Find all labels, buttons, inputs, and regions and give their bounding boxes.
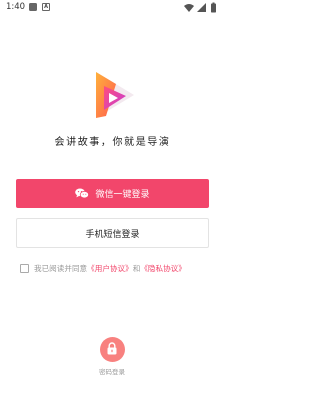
a-box-icon: A xyxy=(42,3,50,11)
notification-icon xyxy=(29,3,37,11)
cell-signal-icon xyxy=(197,3,206,12)
wifi-icon xyxy=(184,4,194,12)
agreement-checkbox[interactable] xyxy=(20,263,29,273)
password-login-label: 密码登录 xyxy=(99,368,125,376)
status-time: 1:40 xyxy=(6,2,26,12)
lock-circle xyxy=(99,337,125,362)
agreement-prefix: 我已阅读并同意 xyxy=(34,263,88,273)
password-login-button[interactable]: 密码登录 xyxy=(97,337,127,376)
wechat-login-button[interactable]: 微信一键登录 xyxy=(16,179,209,208)
sms-login-label: 手机短信登录 xyxy=(85,229,140,240)
agreement-and: 和 xyxy=(132,263,141,273)
sms-login-button[interactable]: 手机短信登录 xyxy=(16,218,209,248)
battery-icon xyxy=(211,2,216,13)
privacy-agreement-link[interactable]: 《隐私协议》 xyxy=(140,263,186,274)
user-agreement-link[interactable]: 《用户协议》 xyxy=(87,263,133,274)
slogan: 会讲故事，你就是导演 xyxy=(54,137,171,148)
lock-icon xyxy=(106,340,118,359)
status-bar: 1:40 A xyxy=(0,0,225,16)
agreement-row: 我已阅读并同意 《用户协议》 和 《隐私协议》 xyxy=(20,262,186,274)
wechat-icon xyxy=(75,188,90,199)
wechat-login-label: 微信一键登录 xyxy=(95,190,150,200)
status-right-icons xyxy=(183,2,219,14)
play-triangle-logo xyxy=(90,70,138,120)
